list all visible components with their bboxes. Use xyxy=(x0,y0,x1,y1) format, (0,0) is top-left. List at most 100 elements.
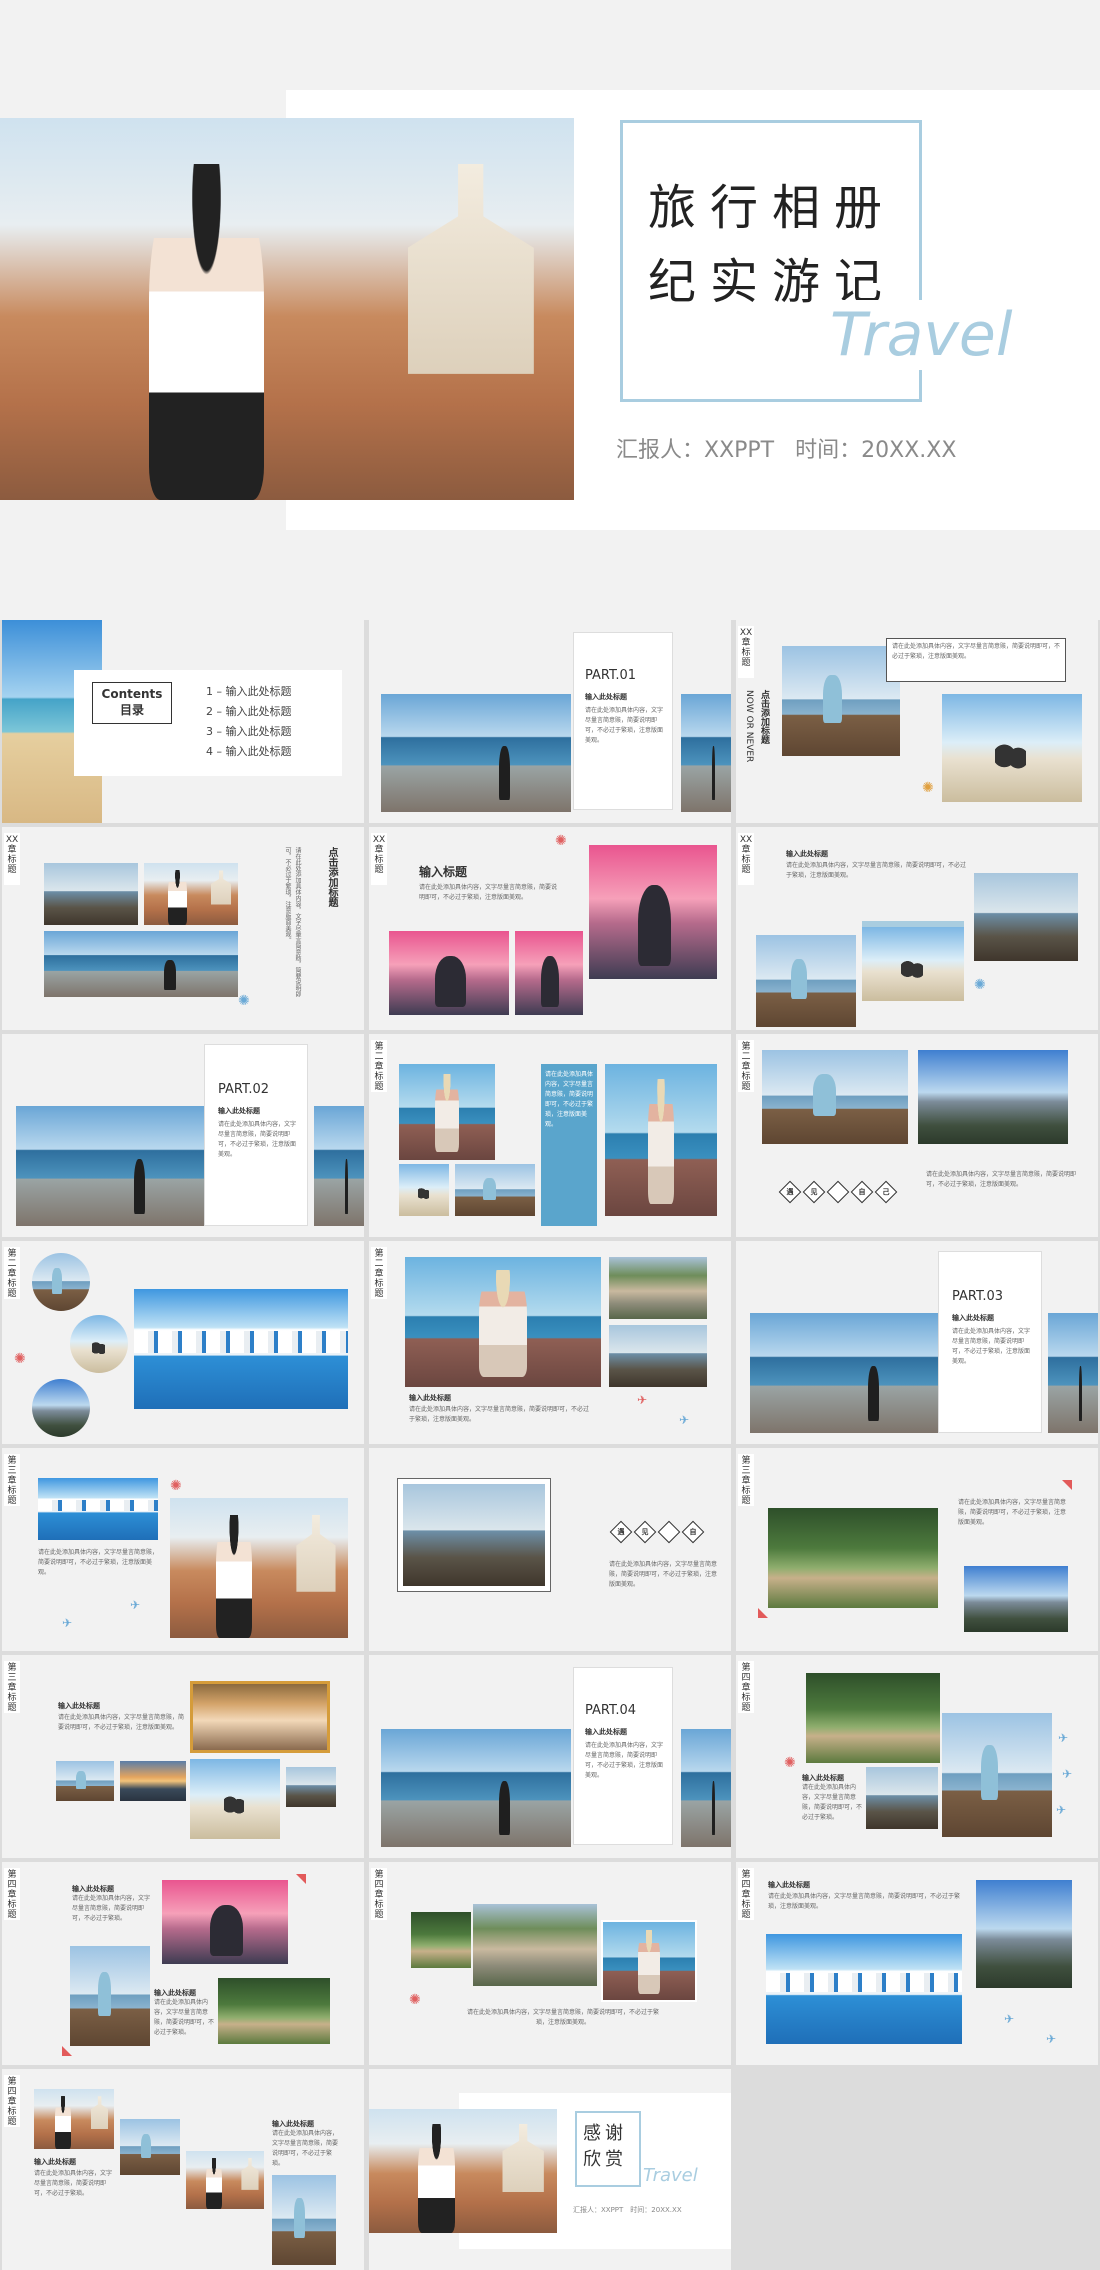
pier-photo xyxy=(381,694,571,812)
slide-thanks: 感谢 欣赏 Travel 汇报人：XXPPT 时间：20XX.XX xyxy=(369,2069,731,2270)
click-title: 点击添加标题 xyxy=(759,690,769,744)
thanks-line2: 欣赏 xyxy=(583,2145,627,2171)
now-or-never: NOW OR NEVER xyxy=(744,690,754,763)
input-title: 输入标题 xyxy=(419,865,468,879)
kayak-photo xyxy=(162,1880,288,1964)
input-here-title: 输入此处标题 xyxy=(802,1774,844,1782)
flower-icon: ✺ xyxy=(974,977,986,993)
input-here-title: 输入此处标题 xyxy=(409,1394,451,1402)
paper-plane-icon: ✈ xyxy=(1058,1731,1069,1745)
pier-photo-edge xyxy=(681,694,731,812)
contents-heading-cn: 目录 xyxy=(119,703,144,717)
chapter-tag: 第四章标题 xyxy=(738,1868,754,1920)
slide-xx-chapter-3: XX章标题 输入标题 请在此处添加具体内容，文字尽量言简意赅，简要说明即可，不必… xyxy=(369,827,731,1030)
chapter-tag: 第三章标题 xyxy=(738,1454,754,1506)
chapter-tag: XX章标题 xyxy=(371,833,387,885)
mountain-photo xyxy=(918,1050,1068,1144)
cover-title-line1: 旅行相册 xyxy=(648,168,897,238)
diamond-1: 遇 xyxy=(609,1520,633,1544)
chapter-tag: 第二章标题 xyxy=(738,1040,754,1092)
hat-photo xyxy=(399,1064,495,1160)
slide-chapter3-2: 遇 见 自 请在此处添加具体内容，文字尽量言简意赅，简要说明即可，不必过于繁琐，… xyxy=(369,1448,731,1651)
bench-photo xyxy=(120,2119,180,2175)
part02-subtitle: 输入此处标题 xyxy=(218,1107,260,1115)
input-here-title: 输入此处标题 xyxy=(786,850,828,858)
slide-chapter2-3: 第二章标题 ✺ xyxy=(2,1241,364,1444)
road-photo xyxy=(609,1257,707,1319)
chapter-tag: 第二章标题 xyxy=(4,1247,20,1299)
chapter-tag: XX章标题 xyxy=(4,833,20,885)
paper-plane-icon-2: ✈ xyxy=(1062,1767,1073,1781)
diamond-row: 遇 见 自 己 xyxy=(778,1180,898,1204)
part04-label: PART.04 xyxy=(585,1703,637,1718)
red-corner-mark xyxy=(296,1874,306,1884)
chapter-tag: 第三章标题 xyxy=(4,1661,20,1713)
input-here-title-2: 输入此处标题 xyxy=(272,2120,314,2128)
flower-icon: ✺ xyxy=(238,993,250,1009)
input-here-title: 输入此处标题 xyxy=(768,1881,810,1889)
circle-photo-1 xyxy=(32,1253,90,1311)
flower-icon: ✺ xyxy=(409,1992,421,2008)
part02-label: PART.02 xyxy=(218,1082,270,1097)
contents-list: 1 – 输入此处标题 2 – 输入此处标题 3 – 输入此处标题 4 – 输入此… xyxy=(206,682,292,762)
body-text: 请在此处添加具体内容，文字尽量言简意赅，简要说明即可，不必过于繁琐，注意版面美观… xyxy=(958,1499,1067,1526)
pier-photo-edge xyxy=(1048,1313,1098,1433)
slide-part02: PART.02 输入此处标题 请在此处添加具体内容，文字尽量言简意赅，简要说明即… xyxy=(2,1034,364,1237)
couple-photo xyxy=(190,1759,280,1839)
slide-chapter2-4: 第二章标题 输入此处标题 请在此处添加具体内容，文字尽量言简意赅，简要说明即可，… xyxy=(369,1241,731,1444)
flower-icon: ✺ xyxy=(784,1755,796,1771)
pier-photo xyxy=(750,1313,940,1433)
group-photo xyxy=(190,1681,330,1753)
flower-icon: ✺ xyxy=(170,1478,182,1494)
couple-photo xyxy=(862,921,964,1001)
chapter-tag: XX章标题 xyxy=(738,833,754,885)
cover-reporter-text: 汇报人：XXPPT xyxy=(616,438,775,463)
click-title: 点击添加标题 xyxy=(326,847,337,907)
camera-photo xyxy=(34,2089,114,2149)
slide-xx-chapter-1: XX章标题 NOW OR NEVER 点击添加标题 请在此处添加具体内容，文字尽… xyxy=(736,620,1098,823)
slide-chapter3-1: 第三章标题 请在此处添加具体内容，文字尽量言简意赅，简要说明即可，不必过于繁琐，… xyxy=(2,1448,364,1651)
input-here-body: 请在此处添加具体内容，文字尽量言简意赅，简要说明即可，不必过于繁琐。 xyxy=(72,1895,151,1922)
chapter-tag: 第二章标题 xyxy=(371,1247,387,1299)
santorini-photo xyxy=(134,1289,348,1409)
bench-photo xyxy=(455,1164,535,1216)
contents-item-3[interactable]: 3 – 输入此处标题 xyxy=(206,722,292,742)
forest-photo xyxy=(806,1673,940,1763)
input-here-title-2: 输入此处标题 xyxy=(154,1989,196,1997)
mountain-photo xyxy=(964,1566,1068,1632)
input-here-body-2: 请在此处添加具体内容，文字尽量言简意赅，简要说明即可，不必过于繁琐。 xyxy=(154,1999,215,2036)
paper-plane-icon-2: ✈ xyxy=(62,1616,73,1630)
contents-item-2[interactable]: 2 – 输入此处标题 xyxy=(206,702,292,722)
contents-item-1[interactable]: 1 – 输入此处标题 xyxy=(206,682,292,702)
slide-chapter3-3: 第三章标题 请在此处添加具体内容，文字尽量言简意赅，简要说明即可，不必过于繁琐，… xyxy=(736,1448,1098,1651)
chapter-tag: 第三章标题 xyxy=(4,1454,20,1506)
camera-photo xyxy=(170,1498,348,1638)
blue-text-body: 请在此处添加具体内容，文字尽量言简意赅，简要说明即可，不必过于繁琐，注意版面美观… xyxy=(545,1071,594,1128)
kayak-photo-small-2 xyxy=(515,931,583,1015)
diamond-3 xyxy=(657,1520,681,1544)
thanks-en: Travel xyxy=(641,2165,700,2186)
body-text: 请在此处添加具体内容，文字尽量言简意赅，简要说明即可，不必过于繁琐，注意版面美观… xyxy=(926,1171,1077,1188)
bench-photo-2 xyxy=(272,2175,336,2265)
paper-plane-icon-2: ✈ xyxy=(1046,2032,1057,2046)
diamond-4-text: 自 xyxy=(858,1188,866,1196)
red-corner-mark-2 xyxy=(62,2046,72,2056)
forest-photo xyxy=(768,1508,938,1608)
input-here-body: 请在此处添加具体内容，文字尽量言简意赅，简要说明即可，不必过于繁琐。 xyxy=(34,2170,113,2197)
input-here-title: 输入此处标题 xyxy=(72,1885,114,1893)
input-here-title: 输入此处标题 xyxy=(34,2158,76,2166)
cover-photo-camera-woman xyxy=(0,118,574,500)
chapter-tag: 第二章标题 xyxy=(371,1040,387,1092)
contents-item-4[interactable]: 4 – 输入此处标题 xyxy=(206,742,292,762)
diamond-1: 遇 xyxy=(778,1180,802,1204)
paper-plane-icon: ✈ xyxy=(1004,2012,1015,2026)
input-here-body: 请在此处添加具体内容，文字尽量言简意赅，简要说明即可，不必过于繁琐，注意版面美观… xyxy=(768,1893,961,1910)
circle-photo-2 xyxy=(70,1315,128,1373)
diamond-2-text: 见 xyxy=(641,1528,649,1536)
cover-reporter: 汇报人：XXPPT 时间：20XX.XX xyxy=(616,432,956,464)
slide-part04: PART.04 输入此处标题 请在此处添加具体内容，文字尽量言简意赅，简要说明即… xyxy=(369,1655,731,1858)
input-here-body: 请在此处添加具体内容，文字尽量言简意赅，简要说明即可，不必过于繁琐，注意版面美观… xyxy=(409,1406,590,1423)
pier-photo-edge xyxy=(681,1729,731,1847)
input-here-body: 请在此处添加具体内容，文字尽量言简意赅，简要说明即可，不必过于繁琐。 xyxy=(802,1784,863,1821)
paper-plane-icon: ✈ xyxy=(637,1393,648,1407)
